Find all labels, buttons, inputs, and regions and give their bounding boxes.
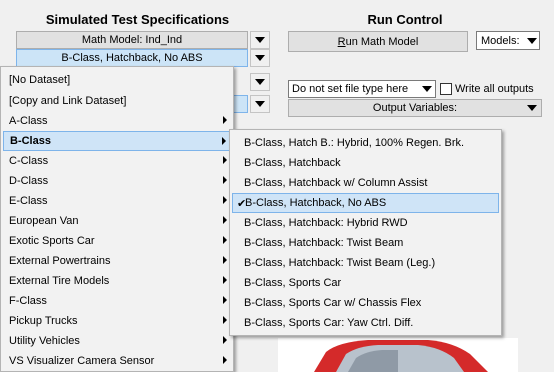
menu-item-exotic-sports-car[interactable]: Exotic Sports Car [3, 231, 231, 251]
procedure-dropdown-arrow[interactable] [250, 95, 270, 113]
submenu-item[interactable]: B-Class, Sports Car w/ Chassis Flex [232, 293, 499, 313]
chevron-down-icon [422, 86, 432, 92]
b-class-submenu: B-Class, Hatch B.: Hybrid, 100% Regen. B… [229, 129, 502, 336]
vehicle-dataset-button[interactable]: B-Class, Hatchback, No ABS [16, 49, 248, 67]
chevron-right-icon [223, 196, 227, 204]
chevron-down-icon [255, 101, 265, 107]
chevron-right-icon [223, 116, 227, 124]
menu-item-e-class[interactable]: E-Class [3, 191, 231, 211]
menu-item-copy-link-dataset[interactable]: [Copy and Link Dataset] [3, 91, 231, 111]
chevron-right-icon [223, 316, 227, 324]
menu-item-external-tire-models[interactable]: External Tire Models [3, 271, 231, 291]
menu-item-no-dataset[interactable]: [No Dataset] [3, 70, 231, 90]
submenu-item[interactable]: B-Class, Hatchback [232, 153, 499, 173]
chevron-right-icon [223, 276, 227, 284]
menu-item-vs-visualizer-camera-sensor[interactable]: VS Visualizer Camera Sensor [3, 351, 231, 371]
chevron-right-icon [223, 216, 227, 224]
math-model-button[interactable]: Math Model: Ind_Ind [16, 31, 248, 49]
write-all-outputs-checkbox[interactable]: Write all outputs [440, 81, 552, 97]
submenu-item[interactable]: B-Class, Sports Car: Yaw Ctrl. Diff. [232, 313, 499, 333]
submenu-item[interactable]: B-Class, Hatchback: Twist Beam (Leg.) [232, 253, 499, 273]
models-dropdown[interactable]: Models: [476, 31, 540, 50]
submenu-item[interactable]: B-Class, Sports Car [232, 273, 499, 293]
submenu-item[interactable]: B-Class, Hatchback w/ Column Assist [232, 173, 499, 193]
run-math-model-button[interactable]: Run Math Model [288, 31, 468, 52]
chevron-down-icon [527, 37, 537, 44]
chevron-down-icon [255, 37, 265, 43]
math-model-label: Math Model: Ind_Ind [81, 34, 183, 46]
menu-item-pickup-trucks[interactable]: Pickup Trucks [3, 311, 231, 331]
chevron-right-icon [223, 256, 227, 264]
vehicle-image [278, 338, 518, 372]
submenu-item[interactable]: B-Class, Hatchback: Hybrid RWD [232, 213, 499, 233]
file-type-select[interactable]: Do not set file type here [288, 80, 436, 98]
submenu-item[interactable]: B-Class, Hatchback: Twist Beam [232, 233, 499, 253]
chevron-right-icon [223, 296, 227, 304]
menu-item-f-class[interactable]: F-Class [3, 291, 231, 311]
menu-item-c-class[interactable]: C-Class [3, 151, 231, 171]
menu-item-european-van[interactable]: European Van [3, 211, 231, 231]
chevron-right-icon [223, 356, 227, 364]
menu-item-b-class[interactable]: B-Class [3, 131, 231, 151]
checkbox-icon [440, 83, 452, 95]
dataset-menu: [No Dataset] [Copy and Link Dataset] A-C… [0, 66, 234, 372]
chevron-down-icon [255, 55, 265, 61]
write-all-outputs-label: Write all outputs [455, 83, 534, 95]
run-control-heading: Run Control [367, 12, 443, 27]
chevron-right-icon [222, 137, 226, 145]
submenu-item[interactable]: B-Class, Hatch B.: Hybrid, 100% Regen. B… [232, 133, 499, 153]
output-variables-label: Output Variables: [372, 102, 458, 114]
chevron-right-icon [223, 336, 227, 344]
chevron-right-icon [223, 156, 227, 164]
math-model-dropdown-arrow[interactable] [250, 31, 270, 49]
chevron-right-icon [223, 176, 227, 184]
submenu-item-selected[interactable]: ✔ B-Class, Hatchback, No ABS [232, 193, 499, 213]
output-variables-button[interactable]: Output Variables: [288, 99, 542, 117]
menu-item-external-powertrains[interactable]: External Powertrains [3, 251, 231, 271]
chevron-down-icon [255, 79, 265, 85]
run-math-model-label: Run Math Model [337, 35, 419, 48]
vehicle-dataset-dropdown-arrow[interactable] [250, 49, 270, 67]
menu-item-utility-vehicles[interactable]: Utility Vehicles [3, 331, 231, 351]
chevron-down-icon [527, 105, 537, 111]
menu-item-a-class[interactable]: A-Class [3, 111, 231, 131]
test-specs-heading: Simulated Test Specifications [45, 12, 230, 27]
misc-dropdown-arrow[interactable] [250, 73, 270, 91]
models-label: Models: [481, 34, 520, 47]
chevron-right-icon [223, 236, 227, 244]
car-icon [314, 340, 488, 372]
file-type-value: Do not set file type here [292, 83, 409, 95]
checkmark-icon: ✔ [237, 197, 247, 210]
vehicle-dataset-label: B-Class, Hatchback, No ABS [61, 52, 203, 64]
menu-item-d-class[interactable]: D-Class [3, 171, 231, 191]
